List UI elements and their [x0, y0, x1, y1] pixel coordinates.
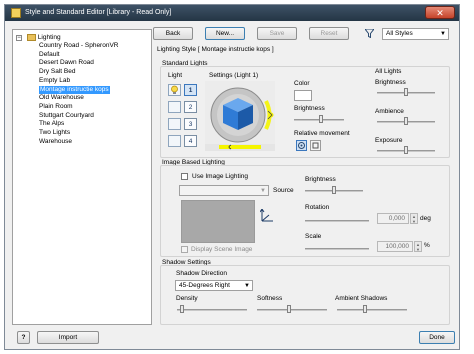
dropdown-arrow-icon: ▼	[440, 31, 446, 37]
folder-icon	[27, 34, 36, 41]
display-scene-image-checkbox[interactable]	[181, 246, 188, 253]
tree-item[interactable]: Warehouse	[39, 138, 72, 146]
rotation-field[interactable]: 0,000	[377, 213, 409, 224]
shadow-direction-value: 45-Degrees Right	[179, 282, 230, 289]
settings-label: Settings (Light 1)	[209, 72, 259, 79]
density-thumb[interactable]	[180, 305, 184, 313]
density-slider[interactable]	[177, 305, 247, 315]
ambient-shadows-thumb[interactable]	[363, 305, 367, 313]
light-4-bulb-icon[interactable]	[168, 135, 181, 147]
title-bar[interactable]: Style and Standard Editor [Library - Rea…	[5, 5, 459, 21]
shadow-dropdown-arrow-icon: ▼	[244, 283, 250, 289]
style-filter-select[interactable]: All Styles ▼	[382, 28, 449, 40]
use-image-lighting-checkbox[interactable]	[181, 173, 188, 180]
ambient-shadows-label: Ambient Shadows	[335, 295, 388, 302]
move-with-camera-icon[interactable]	[296, 140, 307, 151]
shadow-direction-label: Shadow Direction	[176, 270, 227, 277]
tree-item[interactable]: The Alps	[39, 120, 64, 128]
ibl-source-select[interactable]: ▼	[179, 185, 269, 196]
style-header: Lighting Style [ Montage instructie kops…	[157, 46, 274, 53]
light-3-bulb-icon[interactable]	[168, 118, 181, 130]
shadow-direction-select[interactable]: 45-Degrees Right ▼	[175, 280, 253, 291]
light-brightness-slider[interactable]	[294, 115, 344, 125]
light-label: Light	[168, 72, 183, 79]
relative-movement-label: Relative movement	[294, 130, 350, 137]
back-button[interactable]: Back	[153, 27, 193, 40]
exposure-thumb[interactable]	[404, 146, 408, 154]
ambience-thumb[interactable]	[404, 117, 408, 125]
display-scene-image-label: Display Scene Image	[191, 246, 253, 253]
done-button[interactable]: Done	[419, 331, 455, 344]
scale-unit: %	[424, 242, 430, 249]
help-icon[interactable]: ?	[17, 331, 30, 344]
light-2-button[interactable]: 2	[184, 101, 197, 113]
all-lights-title: All Lights	[375, 68, 402, 75]
tree-item[interactable]: Empty Lab	[39, 77, 70, 85]
softness-slider[interactable]	[257, 305, 327, 315]
rotation-spinner[interactable]: ▲ ▼	[410, 213, 418, 224]
filter-icon[interactable]	[363, 28, 376, 39]
scale-label: Scale	[305, 233, 322, 240]
ambience-label: Ambience	[375, 108, 404, 115]
rotation-label: Rotation	[305, 204, 330, 211]
style-filter-value: All Styles	[386, 30, 413, 37]
softness-label: Softness	[257, 295, 283, 302]
move-with-model-icon[interactable]	[310, 140, 321, 151]
style-editor-window: Style and Standard Editor [Library - Rea…	[4, 4, 460, 350]
axis-icon	[259, 208, 274, 223]
all-brightness-thumb[interactable]	[404, 88, 408, 96]
ibl-preview-image	[181, 200, 255, 243]
window-title: Style and Standard Editor [Library - Rea…	[25, 9, 172, 16]
scale-slider[interactable]	[305, 245, 369, 253]
tree-item[interactable]: Old Warehouse	[39, 94, 84, 102]
scale-field[interactable]: 100,000	[377, 241, 413, 252]
density-label: Density	[176, 295, 198, 302]
use-image-lighting-label: Use Image Lighting	[192, 173, 249, 180]
color-swatch[interactable]	[294, 90, 312, 101]
all-brightness-slider[interactable]	[377, 88, 435, 98]
light-3-button[interactable]: 3	[184, 118, 197, 130]
all-brightness-label: Brightness	[375, 79, 406, 86]
tree-item[interactable]: Plain Room	[39, 103, 73, 111]
tree-root-lighting[interactable]: Lighting	[27, 34, 61, 42]
ibl-brightness-slider[interactable]	[305, 186, 363, 196]
tree-item[interactable]: Two Lights	[39, 129, 70, 137]
new-style-button[interactable]: New...	[205, 27, 245, 40]
tree-item[interactable]: Default	[39, 51, 60, 59]
rotation-slider[interactable]	[305, 217, 369, 225]
save-button[interactable]: Save	[257, 27, 297, 40]
scale-spinner[interactable]: ▲ ▼	[414, 241, 422, 252]
tree-item[interactable]: Country Road - SpheronVR	[39, 42, 119, 50]
tree-item[interactable]: Stuttgart Courtyard	[39, 112, 94, 120]
ambient-shadows-slider[interactable]	[337, 305, 407, 315]
tree-item[interactable]: Montage instructie kops	[39, 85, 110, 94]
light-4-button[interactable]: 4	[184, 135, 197, 147]
light-1-bulb-icon[interactable]	[168, 84, 181, 96]
tree-item[interactable]: Dry Salt Bed	[39, 68, 76, 76]
close-button[interactable]: ✕	[425, 6, 455, 19]
exposure-slider[interactable]	[377, 146, 435, 156]
ambience-slider[interactable]	[377, 117, 435, 127]
style-tree: − Lighting Country Road - SpheronVR Defau…	[12, 29, 152, 325]
exposure-label: Exposure	[375, 137, 403, 144]
light-2-bulb-icon[interactable]	[168, 101, 181, 113]
light-brightness-thumb[interactable]	[319, 115, 323, 123]
ibl-brightness-label: Brightness	[305, 176, 336, 183]
brightness-label: Brightness	[294, 105, 325, 112]
import-button[interactable]: Import	[37, 331, 99, 344]
app-icon	[11, 8, 21, 18]
tree-item[interactable]: Desert Dawn Road	[39, 59, 94, 67]
reset-button[interactable]: Reset	[309, 27, 349, 40]
collapse-expander-icon[interactable]: −	[16, 35, 22, 41]
tree-root-label: Lighting	[37, 34, 61, 42]
softness-thumb[interactable]	[287, 305, 291, 313]
source-label: Source	[273, 187, 294, 194]
color-label: Color	[294, 80, 310, 87]
light-1-button[interactable]: 1	[184, 84, 197, 96]
ibl-brightness-thumb[interactable]	[332, 186, 336, 194]
source-dropdown-arrow-icon: ▼	[260, 188, 266, 194]
light-position-widget[interactable]	[205, 81, 275, 151]
rotation-unit: deg	[420, 215, 431, 222]
